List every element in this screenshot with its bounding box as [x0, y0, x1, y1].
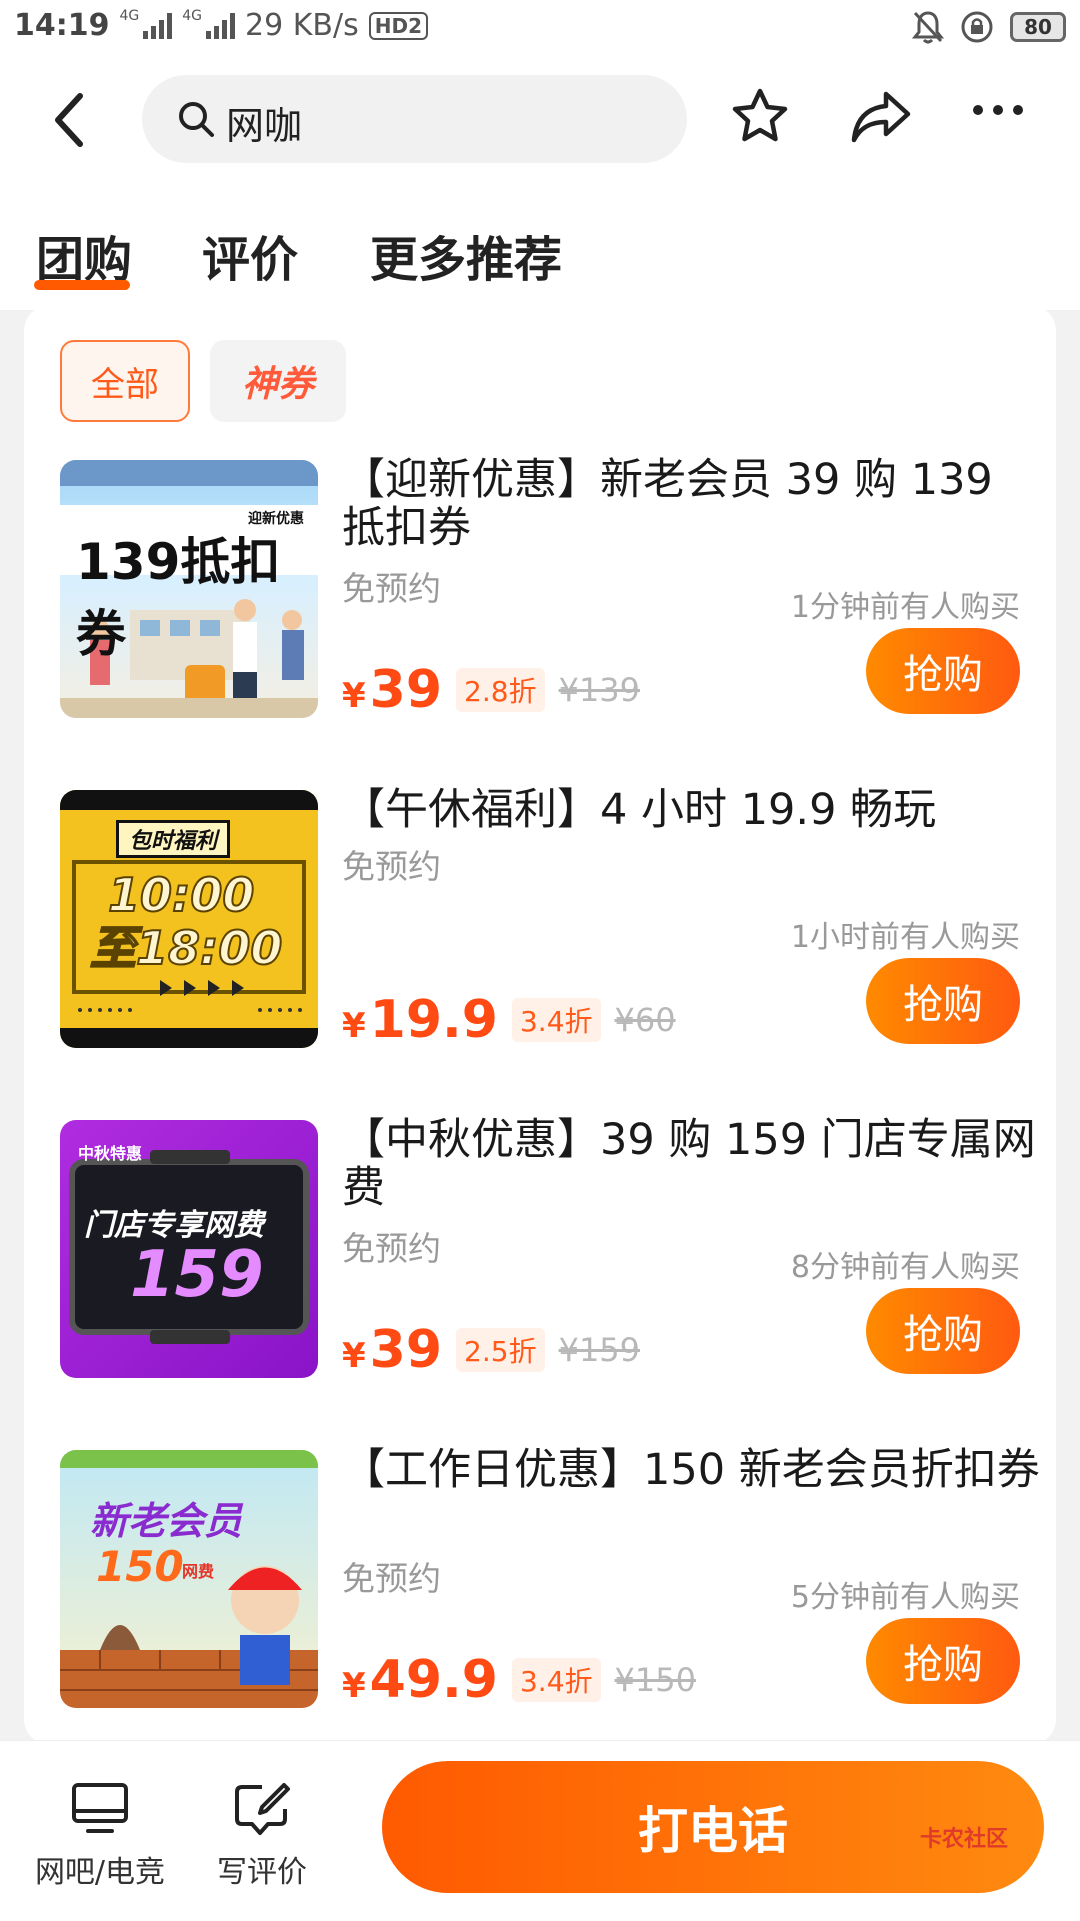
buy-button[interactable]: 抢购 [866, 628, 1020, 714]
discount-badge: 3.4折 [511, 998, 601, 1042]
network-type-2: 4G [182, 7, 203, 24]
deal-price: 49.9 [369, 1650, 498, 1710]
bottom-action-bar: 网吧/电竞 写评价 打电话 卡农社区 [0, 1740, 1080, 1921]
thumbnail-time-end: 至18:00 [89, 920, 283, 976]
deal-price: 39 [369, 1320, 443, 1380]
signal-icon [143, 12, 173, 39]
network-type-1: 4G [119, 7, 140, 24]
currency-symbol: ¥ [342, 1336, 366, 1376]
thumbnail-tag: 网费 [182, 1562, 215, 1581]
deal-thumbnail: 139抵扣券 迎新优惠 [60, 460, 318, 718]
buy-button[interactable]: 抢购 [866, 958, 1020, 1044]
discount-badge: 2.5折 [456, 1328, 545, 1372]
deal-thumbnail: 中秋特惠 门店专享网费 159 [60, 1120, 318, 1378]
thumbnail-tag: 中秋特惠 [78, 1144, 143, 1163]
watermark: 卡农社区 [919, 1827, 1008, 1852]
deal-title: 【工作日优惠】150 新老会员折扣券 [342, 1445, 1040, 1495]
currency-symbol: ¥ [342, 676, 366, 716]
status-time: 14:19 [14, 8, 110, 43]
discount-badge: 2.8折 [456, 668, 545, 712]
deal-title: 【中秋优惠】39 购 159 门店专属网费 [342, 1115, 1036, 1213]
deal-item[interactable]: 新老会员 150 网费 【工作日优惠】150 新老会员折扣券 免预约 5分钟前有… [60, 1446, 1040, 1710]
back-arrow-icon[interactable] [44, 88, 104, 152]
more-icon[interactable] [970, 102, 1026, 118]
deal-badge: 免预约 [342, 1229, 441, 1268]
discount-badge: 3.4折 [511, 1658, 601, 1702]
original-price: ¥150 [614, 1661, 696, 1699]
original-price: ¥139 [558, 671, 641, 709]
write-review-button[interactable]: 写评价 [192, 1781, 332, 1891]
recent-purchase: 8分钟前有人购买 [790, 1250, 1020, 1285]
write-review-label: 写评价 [217, 1855, 307, 1890]
price-row: ¥ 39 2.5折 ¥159 [342, 1320, 640, 1380]
deal-title: 【迎新优惠】新老会员 39 购 139 抵扣券 [342, 455, 993, 553]
call-button[interactable]: 打电话 卡农社区 [382, 1761, 1044, 1893]
deal-badge: 免预约 [342, 569, 441, 608]
filter-shen-coupon[interactable]: 神券 [210, 340, 346, 422]
tab-more-recommend[interactable]: 更多推荐 [370, 220, 562, 290]
share-icon[interactable] [850, 86, 914, 146]
call-button-label: 打电话 [638, 1802, 788, 1860]
search-icon [179, 102, 214, 137]
buy-button[interactable]: 抢购 [866, 1288, 1020, 1374]
search-text: 网咖 [226, 104, 303, 148]
deal-price: 39 [369, 660, 443, 720]
original-price: ¥159 [558, 1331, 641, 1369]
original-price: ¥60 [614, 1001, 676, 1039]
hd-icon: HD2 [368, 11, 428, 40]
bell-mute-icon [912, 11, 944, 44]
recent-purchase: 1小时前有人购买 [790, 920, 1020, 955]
currency-symbol: ¥ [342, 1006, 366, 1046]
deal-price: 19.9 [369, 990, 498, 1050]
signal-icon-2 [206, 12, 236, 39]
network-speed: 29 KB/s [245, 8, 359, 43]
deal-thumbnail: 包时福利 10:00 至18:00 [60, 790, 318, 1048]
thumbnail-number: 150 [96, 1542, 184, 1591]
filter-all[interactable]: 全部 [60, 340, 190, 422]
favorite-star-icon[interactable] [730, 86, 790, 146]
search-bar[interactable]: 网咖 [142, 75, 687, 163]
deal-badge: 免预约 [342, 847, 441, 886]
price-row: ¥ 39 2.8折 ¥139 [342, 660, 640, 720]
tab-reviews[interactable]: 评价 [202, 220, 298, 290]
battery-indicator: 80 [1010, 12, 1066, 42]
status-bar: 14:19 4G 4G 29 KB/s HD2 80 [0, 0, 1080, 60]
active-tab-indicator [34, 280, 130, 290]
internet-cafe-button[interactable]: 网吧/电竞 [30, 1781, 170, 1891]
thumbnail-title: 139抵扣券 [76, 533, 281, 663]
deal-title: 【午休福利】4 小时 19.9 畅玩 [342, 785, 937, 835]
top-header: 网咖 [0, 60, 1080, 180]
deal-badge: 免预约 [342, 1559, 441, 1598]
status-left: 14:19 4G 4G 29 KB/s HD2 [14, 8, 428, 43]
deal-item[interactable]: 139抵扣券 迎新优惠 【迎新优惠】新老会员 39 购 139 抵扣券 免预约 … [60, 456, 1020, 720]
tab-bar: 团购 评价 更多推荐 [0, 180, 1080, 310]
buy-button[interactable]: 抢购 [866, 1618, 1020, 1704]
status-right: 80 [912, 10, 1066, 44]
thumbnail-tag: 包时福利 [116, 820, 231, 858]
thumbnail-title: 新老会员 [90, 1499, 243, 1543]
deal-thumbnail: 新老会员 150 网费 [60, 1450, 318, 1708]
edit-review-icon [235, 1783, 290, 1835]
recent-purchase: 1分钟前有人购买 [790, 590, 1020, 625]
deal-item[interactable]: 中秋特惠 门店专享网费 159 【中秋优惠】39 购 159 门店专属网费 免预… [60, 1116, 1036, 1380]
price-row: ¥ 19.9 3.4折 ¥60 [342, 990, 676, 1050]
currency-symbol: ¥ [342, 1666, 366, 1706]
thumbnail-tag: 迎新优惠 [248, 511, 304, 527]
deal-item[interactable]: 包时福利 10:00 至18:00 【午休福利】4 小时 19.9 畅玩 免预约… [60, 786, 1020, 1050]
rotation-lock-icon [961, 11, 993, 43]
internet-cafe-label: 网吧/电竞 [34, 1855, 166, 1890]
monitor-icon [72, 1783, 128, 1833]
thumbnail-number: 159 [130, 1238, 264, 1312]
price-row: ¥ 49.9 3.4折 ¥150 [342, 1650, 696, 1710]
recent-purchase: 5分钟前有人购买 [790, 1580, 1020, 1615]
